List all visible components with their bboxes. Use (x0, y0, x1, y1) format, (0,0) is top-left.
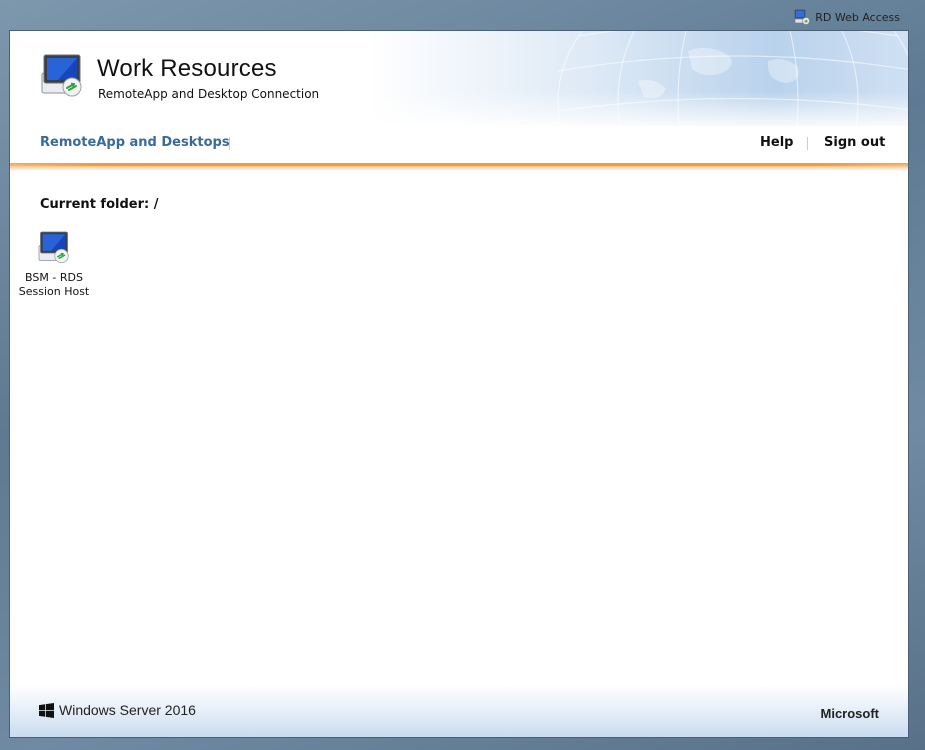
page-subtitle: RemoteApp and Desktop Connection (98, 87, 320, 101)
remote-desktop-icon (38, 231, 69, 264)
top-bar: RD Web Access (0, 0, 925, 30)
page-title: Work Resources (97, 55, 277, 82)
resource-item[interactable]: BSM - RDS Session Host (14, 229, 94, 299)
help-link[interactable]: Help (760, 135, 793, 150)
rd-web-access-icon (794, 9, 811, 25)
resource-label-line1: BSM - RDS (25, 271, 83, 284)
current-folder-label: Current folder: / (40, 197, 159, 212)
navigation-bar: RemoteApp and Desktops Help Sign out (10, 126, 908, 162)
rd-web-access-label: RD Web Access (815, 10, 900, 24)
windows-logo-icon (39, 702, 54, 718)
header-banner: Work Resources RemoteApp and Desktop Con… (10, 31, 908, 131)
nav-divider (807, 137, 808, 150)
windows-server-label: Windows Server 2016 (59, 702, 196, 718)
sign-out-link[interactable]: Sign out (824, 135, 885, 150)
remoteapp-and-desktops-link[interactable]: RemoteApp and Desktops (40, 135, 230, 150)
resource-label-line2: Session Host (18, 285, 90, 298)
microsoft-logo: Microsoft (820, 706, 880, 721)
footer: Windows Server 2016 Microsoft (10, 685, 908, 737)
remote-desktop-icon (41, 54, 82, 97)
rd-web-access-badge: RD Web Access (794, 8, 900, 26)
windows-server-logo: Windows Server 2016 (39, 702, 196, 718)
resource-label: BSM - RDS Session Host (14, 271, 94, 299)
nav-divider (229, 137, 230, 150)
orange-divider (10, 163, 908, 171)
web-access-window: Work Resources RemoteApp and Desktop Con… (9, 30, 909, 738)
